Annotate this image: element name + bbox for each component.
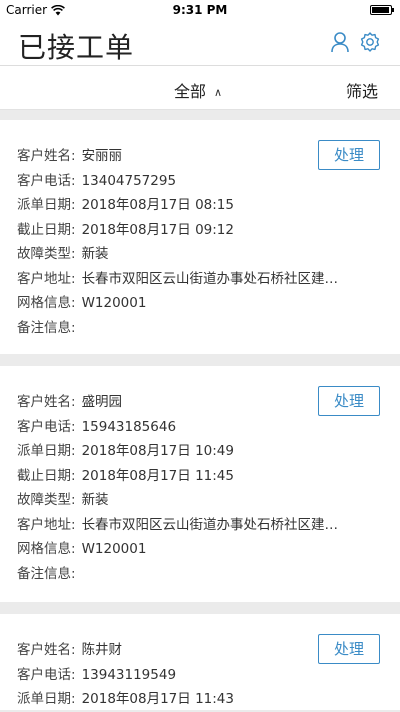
customer-phone-row: 客户电话: 13943119549 [17, 663, 234, 688]
work-order-card: 客户姓名: 盛明园 客户电话: 15943185646 派单日期: 2018年08月1… [0, 366, 400, 602]
deadline-date-label: 截止日期: [17, 467, 76, 484]
remark-label: 备注信息: [17, 565, 76, 582]
user-button[interactable] [328, 30, 352, 54]
grid-info-label: 网格信息: [17, 541, 76, 557]
fault-type-label: 故障类型: [17, 246, 76, 262]
deadline-date-value: 2018年08月17日 11:45 [81, 467, 234, 484]
work-order-card: 客户姓名: 安丽丽 客户电话: 13404757295 派单日期: 2018年08月1… [0, 120, 400, 354]
dispatch-date-label: 派单日期: [17, 443, 76, 459]
remark-row: 备注信息: [17, 562, 338, 587]
app-header: 已接工单 [0, 20, 400, 66]
customer-phone-label: 客户电话: [17, 666, 76, 683]
customer-name-value: 陈井财 [81, 642, 123, 658]
grid-info-value: W120001 [81, 541, 147, 557]
customer-name-row: 客户姓名: 盛明园 [17, 390, 338, 415]
customer-name-label: 客户姓名: [17, 642, 76, 658]
remark-row: 备注信息: [17, 316, 338, 341]
dispatch-date-row: 派单日期: 2018年08月17日 08:15 [17, 193, 338, 218]
fault-type-value: 新装 [81, 492, 109, 508]
status-time: 9:31 PM [172, 3, 228, 17]
customer-name-label: 客户姓名: [17, 148, 76, 164]
customer-phone-value: 13943119549 [81, 666, 177, 683]
deadline-date-value: 2018年08月17日 09:12 [81, 221, 234, 238]
dispatch-date-label: 派单日期: [17, 691, 76, 707]
battery-icon [370, 5, 394, 15]
battery-level [372, 7, 389, 13]
process-button[interactable]: 处理 [318, 634, 380, 664]
all-filter-dropdown[interactable]: 全部 ∧ [174, 78, 222, 102]
customer-address-value: 长春市双阳区云山街道办事处石桥社区建… [81, 270, 339, 287]
process-button[interactable]: 处理 [318, 140, 380, 170]
fault-type-label: 故障类型: [17, 492, 76, 508]
work-order-card: 客户姓名: 陈井财 客户电话: 13943119549 派单日期: 2018年08月1… [0, 614, 400, 710]
settings-button[interactable] [358, 30, 382, 54]
customer-phone-row: 客户电话: 13404757295 [17, 169, 338, 194]
remark-label: 备注信息: [17, 319, 76, 336]
process-button[interactable]: 处理 [318, 386, 380, 416]
fault-type-row: 故障类型: 新装 [17, 242, 338, 267]
dispatch-date-value: 2018年08月17日 08:15 [81, 197, 234, 213]
customer-phone-label: 客户电话: [17, 172, 76, 189]
dispatch-date-value: 2018年08月17日 11:43 [81, 691, 234, 707]
customer-name-row: 客户姓名: 陈井财 [17, 638, 234, 663]
customer-address-value: 长春市双阳区云山街道办事处石桥社区建… [81, 516, 339, 533]
customer-phone-value: 13404757295 [81, 172, 177, 189]
customer-name-value: 盛明园 [81, 394, 123, 410]
fault-type-value: 新装 [81, 246, 109, 262]
customer-phone-value: 15943185646 [81, 418, 177, 435]
customer-name-row: 客户姓名: 安丽丽 [17, 144, 338, 169]
caret-up-icon: ∧ [214, 85, 223, 99]
customer-address-row: 客户地址: 长春市双阳区云山街道办事处石桥社区建… [17, 267, 338, 292]
customer-phone-label: 客户电话: [17, 418, 76, 435]
customer-name-value: 安丽丽 [81, 148, 123, 164]
customer-address-label: 客户地址: [17, 516, 76, 533]
dispatch-date-row: 派单日期: 2018年08月17日 11:43 [17, 687, 234, 712]
page-title: 已接工单 [18, 31, 135, 64]
dispatch-date-label: 派单日期: [17, 197, 76, 213]
customer-address-row: 客户地址: 长春市双阳区云山街道办事处石桥社区建… [17, 513, 338, 538]
filter-button[interactable]: 筛选 [346, 78, 378, 102]
customer-address-label: 客户地址: [17, 270, 76, 287]
dispatch-date-value: 2018年08月17日 10:49 [81, 443, 234, 459]
status-bar: Carrier 9:31 PM [0, 0, 400, 20]
deadline-date-row: 截止日期: 2018年08月17日 09:12 [17, 218, 338, 243]
deadline-date-label: 截止日期: [17, 221, 76, 238]
gear-icon [360, 32, 380, 52]
all-filter-label: 全部 [174, 82, 207, 101]
grid-info-row: 网格信息: W120001 [17, 291, 338, 316]
dispatch-date-row: 派单日期: 2018年08月17日 10:49 [17, 439, 338, 464]
deadline-date-row: 截止日期: 2018年08月17日 11:45 [17, 464, 338, 489]
customer-phone-row: 客户电话: 15943185646 [17, 415, 338, 440]
grid-info-value: W120001 [81, 295, 147, 311]
fault-type-row: 故障类型: 新装 [17, 488, 338, 513]
filter-bar: 全部 ∧ 筛选 [0, 66, 400, 110]
grid-info-label: 网格信息: [17, 295, 76, 311]
customer-name-label: 客户姓名: [17, 394, 76, 410]
user-icon [331, 32, 349, 53]
grid-info-row: 网格信息: W120001 [17, 537, 338, 562]
